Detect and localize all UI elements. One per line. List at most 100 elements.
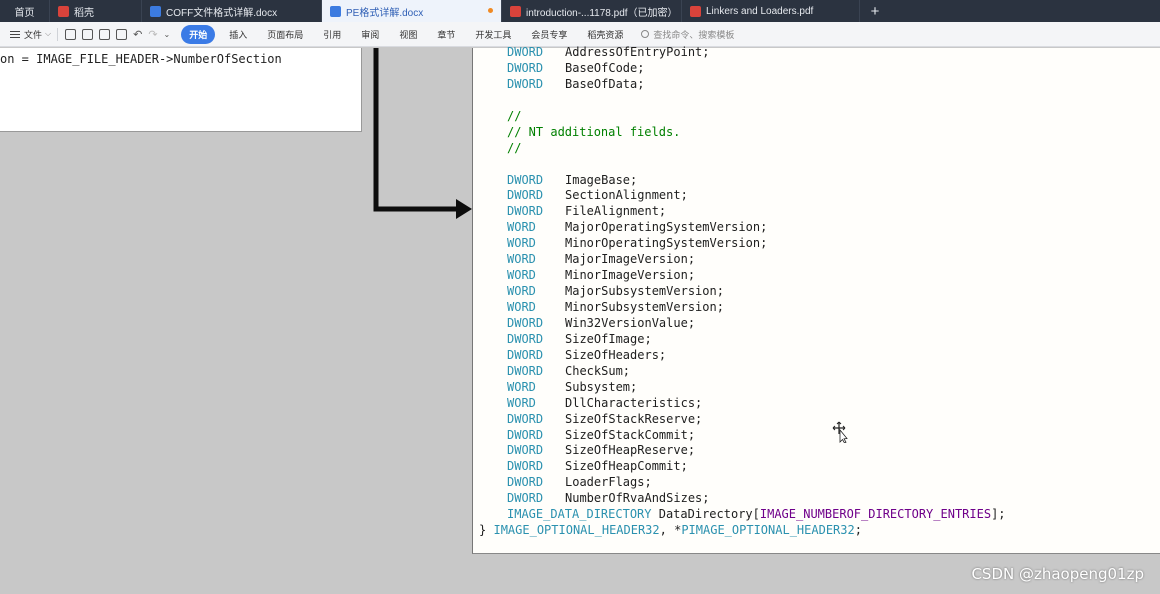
field-name: AddressOfEntryPoint; [565,45,710,59]
ribbon-tab-section[interactable]: 章节 [427,28,465,41]
file-menu-button[interactable]: 文件 ⌵ [0,28,57,41]
ribbon-tab-references[interactable]: 引用 [313,28,351,41]
code-line: WORD MajorSubsystemVersion; [479,284,1006,300]
tab-home[interactable]: 首页 [0,0,50,22]
tab-pe-doc[interactable]: PE格式详解.docx [322,0,502,22]
code-line [479,93,1006,109]
field-name: MajorImageVersion; [565,252,696,267]
code-line: DWORD SizeOfStackCommit; [479,428,1006,444]
field-name: MinorImageVersion; [565,268,696,283]
ribbon-tab-insert[interactable]: 插入 [219,28,257,41]
type-keyword: IMAGE_DATA_DIRECTORY [507,507,652,522]
tab-coff-doc[interactable]: COFF文件格式详解.docx [142,0,322,22]
punctuation: , * [659,523,682,538]
code-line: DWORD SizeOfHeapReserve; [479,443,1006,459]
code-line: DWORD FileAlignment; [479,204,1006,220]
code-line: // NT additional fields. [479,125,1006,141]
tab-bar: 首页 稻壳 COFF文件格式详解.docx PE格式详解.docx introd… [0,0,1160,22]
search-icon [641,30,650,38]
code-line: DWORD SizeOfImage; [479,332,1006,348]
ribbon-tab-docer-resources[interactable]: 稻壳资源 [577,28,633,41]
type-keyword: DWORD [507,204,544,219]
type-keyword: DWORD [507,315,544,330]
ribbon-tab-member[interactable]: 会员专享 [521,28,577,41]
word-doc-icon [150,5,161,17]
code-line: DWORD BaseOfCode; [479,61,1006,77]
ribbon-tab-layout[interactable]: 页面布局 [257,28,313,41]
tab-introduction-pdf[interactable]: introduction-...1178.pdf（已加密） [502,0,682,22]
code-document-page: DWORD AddressOfEntryPoint; DWORD BaseOfCode… [472,45,1160,554]
chevron-down-icon: ⌵ [45,29,52,38]
field-name: MajorOperatingSystemVersion; [565,220,768,235]
field-name: DataDirectory[ [651,507,760,522]
field-name: SizeOfHeaders; [565,347,667,362]
ribbon-tab-home[interactable]: 开始 [181,24,216,44]
ribbon-tab-developer[interactable]: 开发工具 [465,28,521,41]
field-name: ImageBase; [565,172,638,187]
field-name: MajorSubsystemVersion; [565,284,724,299]
field-name: SizeOfHeapCommit; [565,459,688,474]
new-tab-button[interactable]: + [860,0,890,22]
tab-bar-empty-area [890,0,1160,22]
save-icon[interactable] [65,28,77,40]
arrow-annotation [373,48,472,219]
type-keyword: WORD [507,284,536,299]
closing-brace: } [479,523,487,538]
type-keyword: WORD [507,268,536,283]
unsaved-dot-icon [488,8,493,13]
tab-label: PE格式详解.docx [346,7,424,19]
field-name: FileAlignment; [565,204,667,219]
tab-label: COFF文件格式详解.docx [166,7,278,19]
redo-icon[interactable]: ↷ [148,28,157,41]
print-icon[interactable] [99,28,111,40]
print-preview-icon[interactable] [116,28,128,40]
type-keyword: WORD [507,379,536,394]
type-keyword: IMAGE_OPTIONAL_HEADER32 [493,523,660,538]
type-keyword: WORD [507,236,536,251]
field-name: DllCharacteristics; [565,395,703,410]
more-chevron-icon[interactable]: ⌄ [164,30,171,39]
field-name: SectionAlignment; [565,188,688,203]
code-line: DWORD SizeOfHeapCommit; [479,459,1006,475]
word-doc-icon [330,5,341,17]
field-name: Subsystem; [565,379,638,394]
undo-icon[interactable]: ↶ [133,28,142,41]
code-comment: // NT additional fields. [507,124,681,139]
code-line: WORD MinorSubsystemVersion; [479,300,1006,316]
code-line: DWORD NumberOfRvaAndSizes; [479,491,1006,507]
field-name: SizeOfStackReserve; [565,411,703,426]
field-name: NumberOfRvaAndSizes; [565,491,710,506]
ribbon-tab-view[interactable]: 视图 [389,28,427,41]
type-keyword: DWORD [507,347,544,362]
search-placeholder: 查找命令、搜索模板 [653,29,735,40]
field-name: BaseOfCode; [565,60,645,75]
type-keyword: DWORD [507,172,544,187]
code-line: DWORD SectionAlignment; [479,188,1006,204]
command-search-input[interactable]: 查找命令、搜索模板 [633,28,734,41]
type-keyword: DWORD [507,491,544,506]
ribbon-tab-review[interactable]: 审阅 [351,28,389,41]
tab-docer[interactable]: 稻壳 [50,0,142,22]
macro-name: IMAGE_NUMBEROF_DIRECTORY_ENTRIES [759,507,992,522]
code-line: DWORD CheckSum; [479,364,1006,380]
tab-linkers-pdf[interactable]: Linkers and Loaders.pdf [682,0,860,22]
field-name: SizeOfStackCommit; [565,427,696,442]
code-comment: // [507,108,522,123]
export-pdf-icon[interactable] [82,28,94,40]
